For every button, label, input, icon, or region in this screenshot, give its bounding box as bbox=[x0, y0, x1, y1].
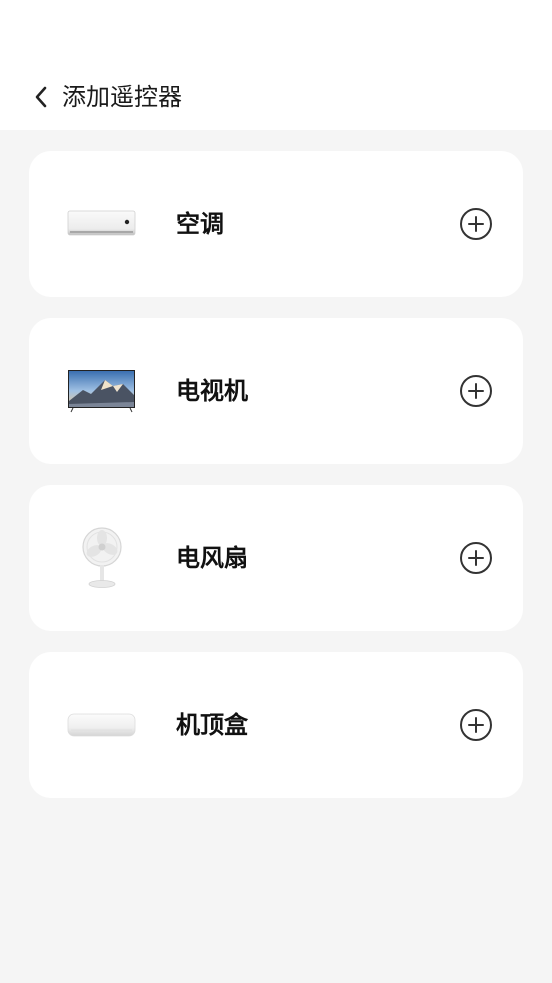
add-television-button[interactable] bbox=[458, 373, 494, 409]
device-label: 电风扇 bbox=[176, 544, 248, 572]
television-image bbox=[67, 361, 137, 421]
plus-circle-icon bbox=[460, 542, 492, 574]
device-label: 电视机 bbox=[176, 377, 248, 405]
add-set-top-box-button[interactable] bbox=[458, 707, 494, 743]
top-bar: 添加遥控器 bbox=[0, 0, 552, 130]
plus-circle-icon bbox=[460, 375, 492, 407]
add-electric-fan-button[interactable] bbox=[458, 540, 494, 576]
air-conditioner-image bbox=[67, 194, 137, 254]
plus-circle-icon bbox=[460, 208, 492, 240]
set-top-box-image bbox=[67, 695, 137, 755]
back-button[interactable] bbox=[28, 84, 54, 110]
device-label: 空调 bbox=[176, 210, 224, 238]
device-list: 空调 电视机 电风扇 机顶盒 bbox=[29, 151, 523, 819]
device-card-air-conditioner[interactable]: 空调 bbox=[29, 151, 523, 297]
device-card-set-top-box[interactable]: 机顶盒 bbox=[29, 652, 523, 798]
device-card-electric-fan[interactable]: 电风扇 bbox=[29, 485, 523, 631]
device-label: 机顶盒 bbox=[176, 711, 248, 739]
add-air-conditioner-button[interactable] bbox=[458, 206, 494, 242]
electric-fan-image bbox=[67, 527, 137, 588]
plus-circle-icon bbox=[460, 709, 492, 741]
chevron-left-icon bbox=[35, 86, 47, 108]
page-title: 添加遥控器 bbox=[62, 83, 182, 111]
device-card-television[interactable]: 电视机 bbox=[29, 318, 523, 464]
